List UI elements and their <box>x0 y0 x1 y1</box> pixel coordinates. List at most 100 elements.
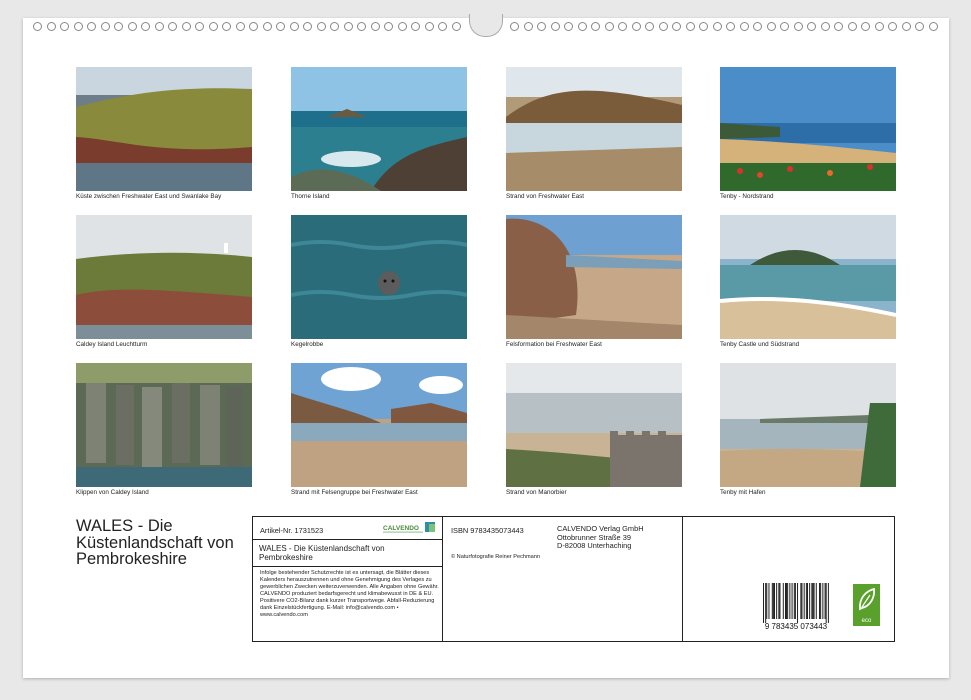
calendar-photo <box>720 215 896 339</box>
barcode-bar <box>794 583 796 619</box>
photo-caption: Küste zwischen Freshwater East und Swanl… <box>76 193 222 200</box>
barcode-bar <box>791 583 793 619</box>
calendar-photo <box>720 363 896 487</box>
barcode-bar <box>776 583 778 619</box>
binding-ring <box>195 22 204 31</box>
barcode-bar <box>768 583 770 619</box>
binding-ring <box>834 22 843 31</box>
calendar-photo <box>506 215 682 339</box>
barcode-bar <box>800 583 802 619</box>
barcode-bar <box>779 583 781 619</box>
binding-ring <box>550 22 560 31</box>
eco-badge: eco <box>853 584 880 626</box>
info-column-article: Artikel-Nr. 1731523 CALVENDO WALES - Die… <box>253 517 443 641</box>
isbn: ISBN 9783435073443 <box>451 526 524 535</box>
binding-ring <box>699 22 708 31</box>
binding-ring <box>861 22 870 31</box>
binding-ring <box>60 22 69 31</box>
binding-ring <box>384 22 393 31</box>
binding-ring <box>46 22 56 31</box>
binding-ring <box>154 22 164 31</box>
binding-ring <box>820 22 830 31</box>
calendar-photo <box>76 67 252 191</box>
binding-ring <box>168 22 177 31</box>
binding-ring <box>303 22 312 31</box>
barcode-bar <box>807 583 808 619</box>
calendar-photo <box>291 363 467 487</box>
info-column-barcode: 9 783435 073443 eco <box>683 517 894 641</box>
photographer-credit: © Naturfotografie Reiner Pechmann <box>451 554 541 560</box>
photo-caption: Caldey Island Leuchtturm <box>76 341 148 348</box>
binding-ring <box>658 22 668 31</box>
binding-ring <box>915 22 924 31</box>
binding-ring <box>438 22 447 31</box>
barcode-bar <box>763 583 764 623</box>
binding-ring <box>370 22 380 31</box>
calendar-photo <box>291 67 467 191</box>
barcode-bar <box>805 583 807 619</box>
photo-caption: Strand von Freshwater East <box>506 193 585 200</box>
binding-ring <box>928 22 938 31</box>
binding-ring <box>753 22 762 31</box>
calendar-photo <box>76 363 252 487</box>
binding-ring <box>357 22 366 31</box>
binding-ring <box>712 22 722 31</box>
binding-ring <box>604 22 614 31</box>
barcode-bar <box>813 583 815 619</box>
photo-caption: Tenby - Nordstrand <box>720 193 774 200</box>
calvendo-logo: CALVENDO <box>383 521 439 540</box>
barcode-bar <box>774 583 775 619</box>
binding-ring <box>537 22 546 31</box>
barcode-bar <box>765 583 767 623</box>
leaf-icon <box>859 587 875 611</box>
binding-ring <box>523 22 533 31</box>
barcode-bar <box>789 583 791 619</box>
binding-ring <box>631 22 641 31</box>
barcode-number: 9 783435 073443 <box>765 622 828 631</box>
barcode-bar <box>778 583 780 619</box>
binding-ring <box>276 22 285 31</box>
barcode-bar <box>815 583 817 619</box>
info-box: Artikel-Nr. 1731523 CALVENDO WALES - Die… <box>252 516 895 642</box>
binding-ring <box>33 22 42 31</box>
binding-ring <box>766 22 776 31</box>
info-calendar-title: WALES - Die Küstenlandschaft von Pembrok… <box>253 539 442 567</box>
binding-ring <box>397 22 407 31</box>
binding-ring <box>685 22 695 31</box>
binding-ring <box>127 22 137 31</box>
calendar-photo <box>76 215 252 339</box>
binding-ring <box>739 22 749 31</box>
barcode-bar <box>782 583 784 619</box>
binding-ring <box>316 22 326 31</box>
info-column-publisher: ISBN 9783435073443 CALVENDO Verlag GmbH … <box>443 517 683 641</box>
photo-caption: Klippen von Caldey Island <box>76 489 149 496</box>
binding-ring <box>888 22 897 31</box>
barcode-bar <box>812 583 814 619</box>
legal-notice: Infolge bestehender Schutzrechte ist es … <box>260 570 439 618</box>
barcode-bar <box>801 583 803 619</box>
binding-ring <box>208 22 218 31</box>
barcode-bar <box>827 583 829 623</box>
binding-ring <box>343 22 353 31</box>
barcode-bar <box>797 583 799 623</box>
photo-caption: Kegelrobbe <box>291 341 324 348</box>
barcode-bar <box>822 583 824 619</box>
photo-caption: Strand von Manorbier <box>506 489 567 496</box>
binding-ring <box>330 22 339 31</box>
binding-ring <box>510 22 519 31</box>
article-number: Artikel-Nr. 1731523 <box>260 526 324 535</box>
binding-ring <box>577 22 587 31</box>
barcode-bar <box>819 583 821 619</box>
binding-ring <box>874 22 884 31</box>
binding-ring <box>262 22 272 31</box>
binding-ring <box>807 22 816 31</box>
calendar-photo <box>506 363 682 487</box>
binding-ring <box>141 22 150 31</box>
barcode-bar <box>786 583 788 619</box>
barcode-bar <box>820 583 822 619</box>
calvendo-logo-text: CALVENDO <box>383 525 419 532</box>
publisher-address: CALVENDO Verlag GmbH Ottobrunner Straße … <box>557 524 644 551</box>
calendar-title: WALES - Die Küstenlandschaft von Pembrok… <box>76 517 234 568</box>
photo-caption: Tenby mit Hafen <box>720 489 766 496</box>
barcode-bar <box>785 583 786 619</box>
